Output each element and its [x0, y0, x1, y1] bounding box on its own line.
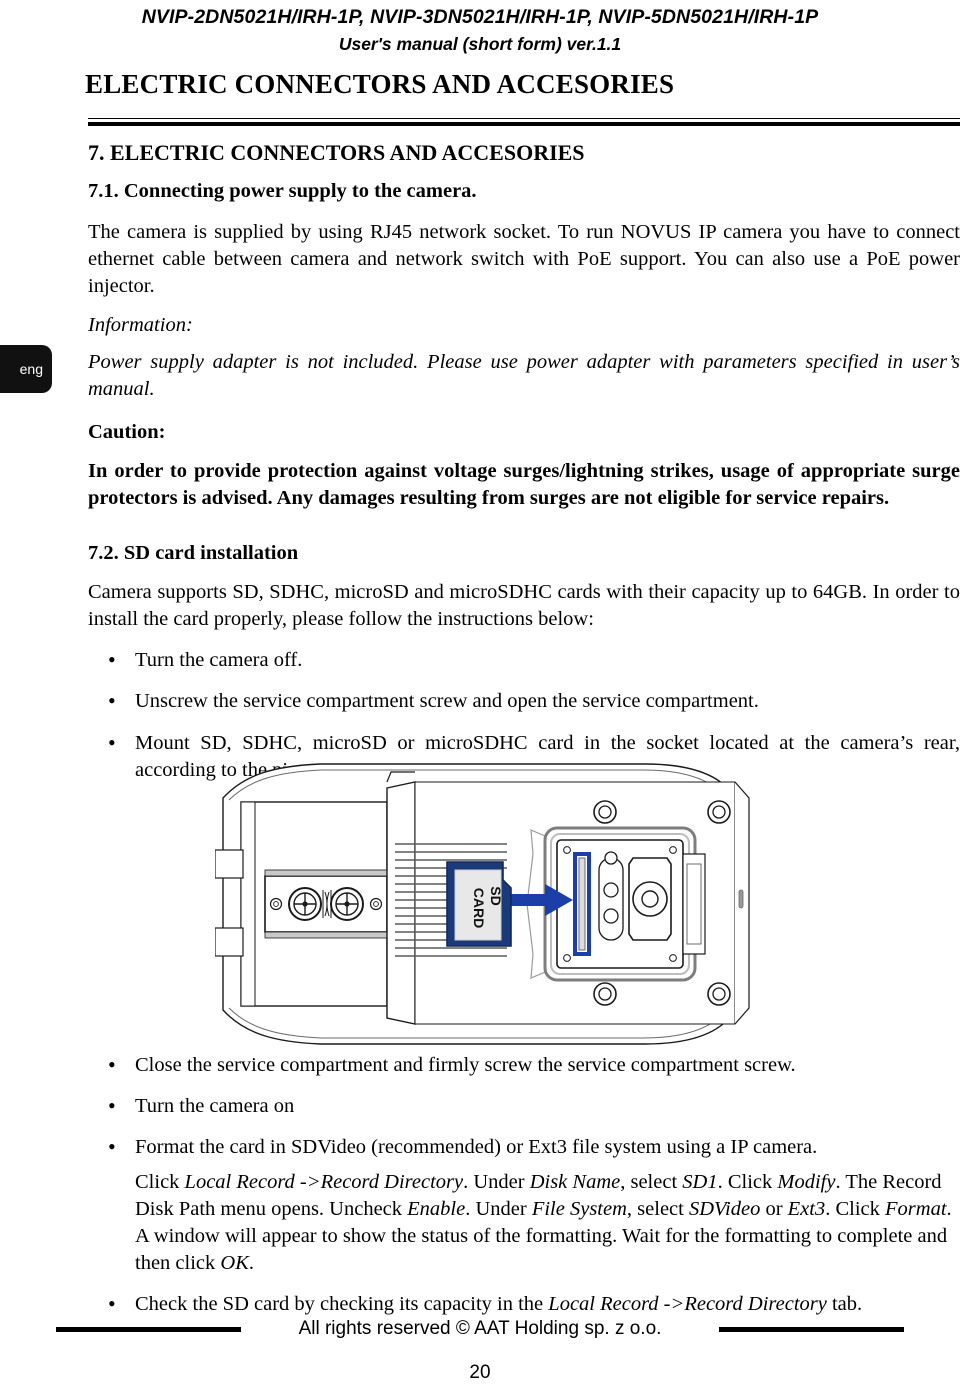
fmt-s6: . Under [465, 1198, 532, 1221]
final-step-list: Check the SD card by checking its capaci… [88, 1289, 960, 1318]
footer-copyright: All rights reserved © AAT Holding sp. z … [298, 1318, 662, 1339]
fmt-i9: Format [885, 1198, 947, 1221]
section-72-heading: 7.2. SD card installation [88, 542, 299, 565]
lens-module [628, 857, 672, 941]
fmt-s3: , select [620, 1171, 683, 1194]
fmt-s4: . Click [717, 1171, 778, 1194]
list-item: Turn the camera on [88, 1091, 960, 1120]
connector-plate [264, 869, 388, 939]
section-71-paragraph: The camera is supplied by using RJ45 net… [88, 221, 960, 298]
header-models-line: NVIP-2DN5021H/IRH-1P, NVIP-3DN5021H/IRH-… [141, 6, 819, 28]
running-header: NVIP-2DN5021H/IRH-1P, NVIP-3DN5021H/IRH-… [0, 0, 960, 57]
document-page: NVIP-2DN5021H/IRH-1P, NVIP-3DN5021H/IRH-… [0, 0, 960, 1391]
fmt-i1: Local Record ->Record Directory [184, 1171, 464, 1194]
fmt-i8: Ext3 [787, 1198, 826, 1221]
format-instructions: Click Local Record ->Record Directory. U… [135, 1169, 960, 1277]
fmt-i6: File System [531, 1198, 627, 1221]
list-item: Close the service compartment and firmly… [88, 1050, 960, 1079]
footer-rule-right [719, 1326, 905, 1332]
rule-thick-line [88, 122, 960, 126]
header-manual-line: User's manual (short form) ver.1.1 [338, 33, 622, 54]
section-72-intro: Camera supports SD, SDHC, microSD and mi… [88, 581, 960, 631]
power-connector-1 [288, 887, 322, 921]
fmt-i3: SD1 [682, 1171, 718, 1194]
sd-card-label-line1: SD [488, 886, 504, 905]
fmt-i4: Modify [777, 1171, 836, 1194]
page-footer: All rights reserved © AAT Holding sp. z … [0, 1318, 960, 1340]
last-i1: Local Record ->Record Directory [548, 1293, 827, 1316]
screw-bottom-left [593, 982, 617, 1006]
section-7-heading: 7. ELECTRIC CONNECTORS AND ACCESORIES [88, 140, 585, 165]
sd-card-graphic: SD CARD [446, 861, 512, 947]
fmt-s7: , select [626, 1198, 689, 1221]
fmt-i7: SDVideo [688, 1198, 761, 1221]
steps-after-list: Close the service compartment and firmly… [88, 1050, 960, 1161]
list-item: Format the card in SDVideo (recommended)… [88, 1132, 960, 1161]
fmt-s2: . Under [463, 1171, 530, 1194]
screw-top-right [707, 800, 731, 824]
list-item: Check the SD card by checking its capaci… [88, 1289, 960, 1318]
camera-sd-installation-diagram: SD CARD [215, 758, 755, 1050]
power-connector-2 [330, 887, 364, 921]
language-tab-label: eng [19, 361, 43, 377]
document-body: 7. ELECTRIC CONNECTORS AND ACCESORIES 7.… [88, 140, 960, 798]
chapter-rule [88, 118, 960, 126]
document-body-lower: Close the service compartment and firmly… [88, 1050, 960, 1332]
information-label: Information: [88, 314, 193, 337]
screw-bottom-right [707, 982, 731, 1006]
footer-rule-left [55, 1326, 241, 1332]
list-item: Unscrew the service compartment screw an… [88, 686, 960, 715]
chapter-title: ELECTRIC CONNECTORS AND ACCESORIES [85, 69, 675, 99]
caution-text: In order to provide protection against v… [88, 460, 960, 510]
caution-label: Caution: [88, 421, 166, 444]
camera-diagram-svg: SD CARD [215, 763, 750, 1045]
screw-top-left [593, 800, 617, 824]
fmt-s11: . [248, 1252, 254, 1275]
internal-connector-block [682, 853, 706, 955]
reset-button-group [598, 851, 624, 941]
fmt-i5: Enable [407, 1198, 466, 1221]
list-item: Turn the camera off. [88, 645, 960, 674]
sd-card-slot [573, 852, 591, 956]
information-text: Power supply adapter is not included. Pl… [88, 351, 960, 401]
last-s1: Check the SD card by checking its capaci… [135, 1293, 549, 1316]
fmt-s1: Click [135, 1171, 185, 1194]
fmt-s8: or [760, 1198, 788, 1221]
last-s2: tab. [826, 1293, 863, 1316]
language-tab-eng: eng [0, 345, 52, 393]
fmt-i2: Disk Name [529, 1171, 621, 1194]
sd-card-label-line2: CARD [471, 888, 487, 928]
page-number: 20 [469, 1362, 491, 1383]
fmt-s9: . Click [825, 1198, 886, 1221]
fmt-i10: OK [220, 1252, 249, 1275]
camera-right-edge [734, 781, 750, 1025]
section-71-heading: 7.1. Connecting power supply to the came… [88, 180, 477, 202]
